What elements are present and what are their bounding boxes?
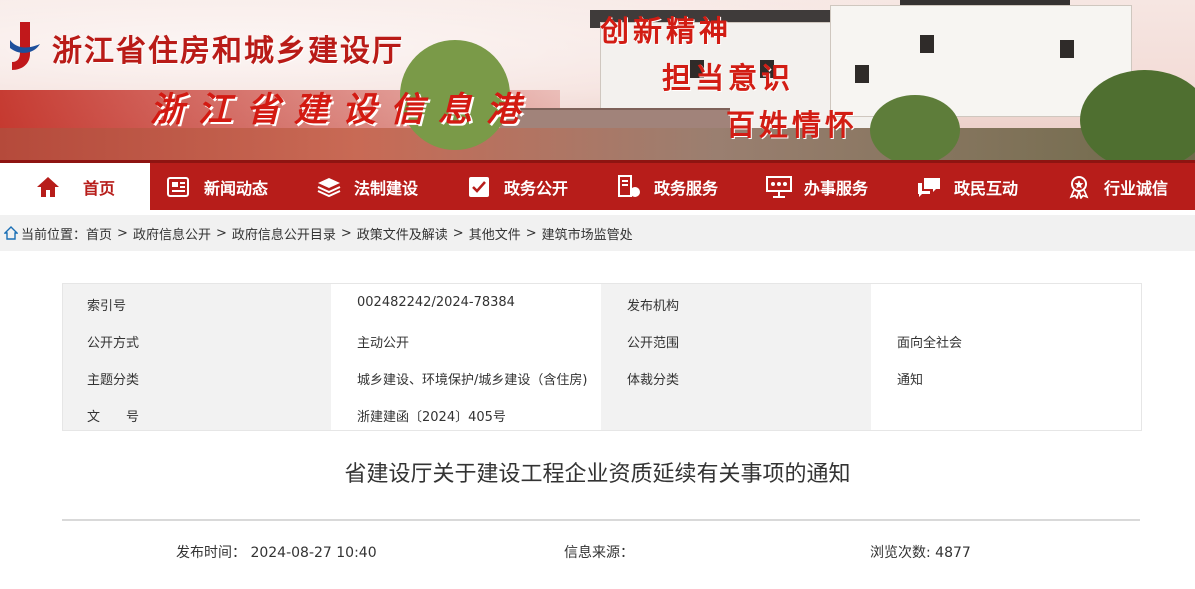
nav-item-home[interactable]: 首页	[0, 163, 150, 210]
nav-item-label: 新闻动态	[204, 178, 269, 198]
breadcrumb: 当前位置： 首页 > 政府信息公开 > 政府信息公开目录 > 政策文件及解读 >…	[0, 215, 1195, 251]
publish-time-label: 发布时间：	[176, 545, 246, 561]
info-value-doc-number: 浙建建函〔2024〕405号	[357, 410, 506, 425]
location-home-icon	[4, 226, 18, 240]
nav-item-label: 办事服务	[804, 178, 869, 198]
nav-item-legal[interactable]: 法制建设	[316, 163, 418, 210]
chat-icon	[916, 174, 942, 200]
article-title: 省建设厅关于建设工程企业资质延续有关事项的通知	[344, 462, 851, 487]
info-source-label: 信息来源：	[564, 545, 634, 561]
info-label-index: 索引号	[87, 299, 127, 314]
nav-item-label: 政务服务	[654, 178, 719, 198]
view-count-value: 4877	[935, 545, 971, 561]
nav-item-label: 首页	[82, 178, 115, 198]
breadcrumb-separator: >	[525, 225, 537, 241]
info-value-index: 002482242/2024-78384	[357, 295, 515, 310]
view-count: 浏览次数: 4877	[870, 542, 971, 562]
site-subtitle: 浙江省建设信息港	[150, 90, 534, 130]
banner-window	[1060, 40, 1074, 58]
document-info-table: 索引号 002482242/2024-78384 发布机构 公开方式 主动公开 …	[62, 283, 1142, 431]
nav-item-label: 政民互动	[954, 178, 1019, 198]
home-icon	[35, 174, 61, 200]
info-label-open-scope: 公开范围	[627, 336, 680, 351]
main-nav: 首页 新闻动态 法制建设 政务公开 政务服务 办事服务 政民互动 行业诚信	[0, 160, 1195, 210]
breadcrumb-separator: >	[340, 225, 352, 241]
info-source: 信息来源：	[564, 542, 634, 562]
slogan-2: 担当意识	[662, 61, 795, 95]
breadcrumb-home[interactable]: 首页	[86, 224, 112, 243]
people-board-icon	[766, 174, 792, 200]
banner-window	[855, 65, 869, 83]
nav-item-label: 政务公开	[504, 178, 569, 198]
info-value-open-mode: 主动公开	[357, 336, 410, 351]
publish-time: 发布时间： 2024-08-27 10:40	[176, 542, 377, 562]
slogan-1: 创新精神	[600, 14, 733, 48]
nav-item-credit[interactable]: 行业诚信	[1066, 163, 1168, 210]
breadcrumb-other-docs[interactable]: 其他文件	[469, 224, 521, 243]
info-value-column	[871, 284, 1141, 430]
nav-item-interaction[interactable]: 政民互动	[916, 163, 1018, 210]
breadcrumb-separator: >	[215, 225, 227, 241]
breadcrumb-prefix: 当前位置：	[21, 227, 87, 243]
info-value-topic: 城乡建设、环境保护/城乡建设（含住房)	[357, 373, 588, 388]
info-label-open-mode: 公开方式	[87, 336, 140, 351]
medal-icon	[1066, 174, 1092, 200]
publish-time-value: 2024-08-27 10:40	[250, 545, 377, 561]
info-label-topic: 主题分类	[87, 373, 140, 388]
info-label-publisher: 发布机构	[627, 299, 680, 314]
nav-item-label: 行业诚信	[1104, 178, 1169, 198]
logo[interactable]	[6, 20, 44, 72]
layers-icon	[316, 174, 342, 200]
title-divider	[62, 519, 1140, 521]
breadcrumb-separator: >	[117, 225, 128, 241]
breadcrumb-separator: >	[452, 225, 464, 241]
breadcrumb-gov-info[interactable]: 政府信息公开	[133, 224, 211, 243]
breadcrumb-policy-docs[interactable]: 政策文件及解读	[357, 224, 448, 243]
banner-ground	[0, 128, 1195, 160]
slogan-3: 百姓情怀	[726, 108, 859, 142]
site-name: 浙江省住房和城乡建设厅	[52, 34, 404, 69]
nav-item-news[interactable]: 新闻动态	[166, 163, 268, 210]
info-value-genre: 通知	[897, 373, 924, 388]
nav-item-label: 法制建设	[354, 178, 419, 198]
breadcrumb-market-dept[interactable]: 建筑市场监管处	[542, 224, 633, 243]
checklist-icon	[466, 174, 492, 200]
info-label-genre: 体裁分类	[627, 373, 680, 388]
banner-tree	[870, 95, 960, 160]
nav-item-affairs[interactable]: 办事服务	[766, 163, 868, 210]
info-label-doc-number: 文 号	[87, 410, 140, 425]
header-banner: 浙江省住房和城乡建设厅 浙江省建设信息港 创新精神 担当意识 百姓情怀	[0, 0, 1195, 160]
nav-item-gov-service[interactable]: 政务服务	[616, 163, 718, 210]
service-icon	[616, 174, 642, 200]
info-value-open-scope: 面向全社会	[897, 336, 963, 351]
banner-window	[920, 35, 934, 53]
view-count-label: 浏览次数:	[870, 545, 936, 561]
nav-item-gov-open[interactable]: 政务公开	[466, 163, 568, 210]
newspaper-icon	[166, 174, 192, 200]
breadcrumb-gov-info-catalog[interactable]: 政府信息公开目录	[232, 224, 336, 243]
